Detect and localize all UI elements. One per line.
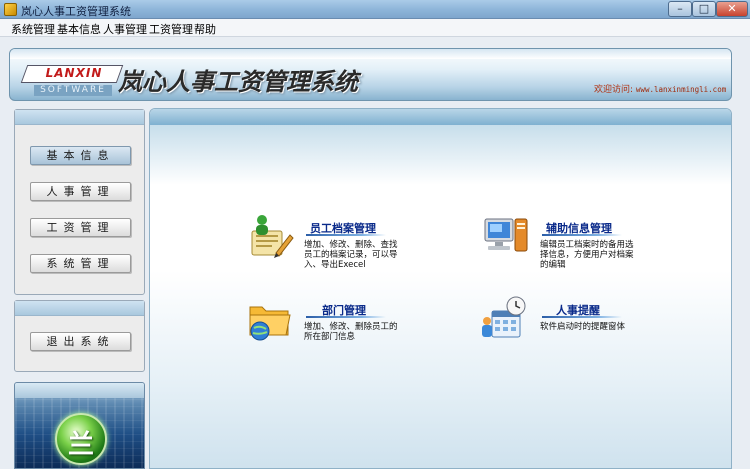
title-underline	[306, 316, 386, 318]
feature-departments[interactable]: 部门管理 增加、修改、删除员工的所在部门信息	[246, 291, 416, 351]
maximize-button[interactable]: □	[692, 1, 716, 17]
nav-salary-button[interactable]: 工资管理	[30, 218, 131, 237]
sidebar-nav: 基本信息 人事管理 工资管理 系统管理	[14, 109, 145, 295]
main-gradient	[150, 125, 731, 185]
calendar-clock-icon	[482, 296, 526, 338]
folder-globe-icon	[249, 306, 291, 341]
banner-stripe	[10, 49, 731, 59]
app-title: 岚心人事工资管理系统	[118, 68, 358, 96]
feature-description: 编辑员工档案时的备用选择信息，方便用户对档案的编辑	[540, 240, 634, 270]
menu-help[interactable]: 帮助	[194, 21, 216, 37]
computer-icon	[484, 218, 528, 252]
title-underline	[542, 316, 622, 318]
title-bar[interactable]: 岚心人事工资管理系统 – □ ✕	[0, 0, 750, 19]
window-title: 岚心人事工资管理系统	[21, 5, 131, 18]
main-header	[150, 109, 731, 125]
nav-system-button[interactable]: 系统管理	[30, 254, 131, 273]
main-content: 员工档案管理 增加、修改、删除、查找员工的档案记录，可以导入、导出Execel …	[149, 108, 732, 469]
menu-basic-info[interactable]: 基本信息	[57, 21, 101, 37]
menu-personnel[interactable]: 人事管理	[103, 21, 147, 37]
menu-system[interactable]: 系统管理	[11, 21, 55, 37]
logo-subtitle: SOFTWARE	[34, 85, 112, 96]
exit-button[interactable]: 退出系统	[30, 332, 131, 351]
feature-auxiliary-info[interactable]: 辅助信息管理 编辑员工档案时的备用选择信息，方便用户对档案的编辑	[482, 209, 652, 279]
logo-text: LANXIN	[45, 66, 103, 80]
visit-url[interactable]: www.lanxinmingli.com	[636, 85, 726, 94]
visit-label: 欢迎访问:	[594, 85, 634, 95]
title-underline	[542, 234, 622, 236]
menu-salary[interactable]: 工资管理	[149, 21, 193, 37]
feature-employee-records[interactable]: 员工档案管理 增加、修改、删除、查找员工的档案记录，可以导入、导出Execel	[246, 209, 416, 279]
nav-personnel-button[interactable]: 人事管理	[30, 182, 131, 201]
sidebar-header	[15, 110, 144, 125]
emblem-icon: 兰	[55, 413, 107, 465]
sidebar-exit-panel: 退出系统	[14, 300, 145, 372]
header-banner: LANXIN SOFTWARE 岚心人事工资管理系统 欢迎访问: www.lan…	[9, 48, 732, 101]
visit-link[interactable]: 欢迎访问: www.lanxinmingli.com	[594, 82, 726, 95]
feature-description: 增加、修改、删除、查找员工的档案记录，可以导入、导出Execel	[304, 240, 398, 270]
employee-records-icon	[251, 215, 294, 258]
app-window: 岚心人事工资管理系统 – □ ✕ 系统管理 基本信息 人事管理 工资管理 帮助 …	[0, 0, 750, 469]
feature-description: 软件启动时的提醒窗体	[540, 322, 626, 332]
title-underline	[306, 234, 386, 236]
close-button[interactable]: ✕	[716, 1, 748, 17]
emblem-glyph: 兰	[67, 430, 94, 460]
feature-hr-reminders[interactable]: 人事提醒 软件启动时的提醒窗体	[478, 291, 648, 351]
app-icon	[4, 3, 17, 16]
exit-panel-header	[15, 301, 144, 316]
menu-bar: 系统管理 基本信息 人事管理 工资管理 帮助	[0, 19, 750, 37]
feature-description: 增加、修改、删除员工的所在部门信息	[304, 322, 398, 342]
minimize-button[interactable]: –	[668, 1, 692, 17]
sidebar-decorative-image: 兰	[14, 382, 145, 469]
nav-basic-info-button[interactable]: 基本信息	[30, 146, 131, 165]
image-header	[15, 383, 144, 398]
